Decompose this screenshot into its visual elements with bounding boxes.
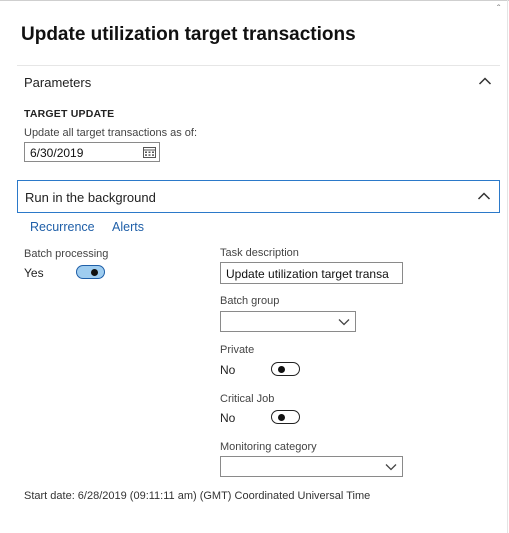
batch-processing-label: Batch processing xyxy=(24,248,109,260)
alerts-link[interactable]: Alerts xyxy=(112,220,144,234)
batch-group-select[interactable] xyxy=(220,311,356,332)
start-date-note: Start date: 6/28/2019 (09:11:11 am) (GMT… xyxy=(24,490,371,502)
task-description-input[interactable]: Update utilization target transa xyxy=(220,262,403,284)
batch-processing-toggle[interactable] xyxy=(76,265,105,279)
calendar-icon[interactable] xyxy=(143,146,156,158)
background-section-header[interactable]: Run in the background xyxy=(17,180,500,213)
critical-job-value: No xyxy=(220,411,236,425)
toggle-knob xyxy=(91,268,98,276)
chevron-up-icon[interactable] xyxy=(477,191,491,201)
private-label: Private xyxy=(220,344,255,356)
critical-job-label: Critical Job xyxy=(220,393,275,405)
window-top-border xyxy=(0,0,509,1)
update-date-input[interactable]: 6/30/2019 xyxy=(24,142,160,162)
chevron-down-icon xyxy=(385,464,397,471)
private-toggle[interactable] xyxy=(271,362,300,376)
corner-caret-icon: ˆ xyxy=(497,4,501,15)
date-field-label: Update all target transactions as of: xyxy=(24,127,198,139)
chevron-down-icon xyxy=(338,319,350,326)
target-update-group-title: TARGET UPDATE xyxy=(24,108,115,120)
parameters-section-title: Parameters xyxy=(24,75,92,90)
monitoring-category-select[interactable] xyxy=(220,456,403,477)
task-description-value: Update utilization target transa xyxy=(226,267,389,281)
task-description-label: Task description xyxy=(220,247,299,259)
batch-group-label: Batch group xyxy=(220,295,280,307)
window-right-border xyxy=(507,0,508,533)
private-value: No xyxy=(220,363,236,377)
dialog-title: Update utilization target transactions xyxy=(21,24,356,45)
critical-job-toggle[interactable] xyxy=(271,410,300,424)
monitoring-category-label: Monitoring category xyxy=(220,441,317,453)
update-date-value: 6/30/2019 xyxy=(30,146,84,160)
parameters-section-header[interactable]: Parameters xyxy=(17,65,500,98)
chevron-up-icon[interactable] xyxy=(478,76,492,86)
recurrence-link[interactable]: Recurrence xyxy=(30,220,95,234)
toggle-knob xyxy=(278,413,285,421)
background-section-title: Run in the background xyxy=(25,190,156,205)
toggle-knob xyxy=(278,365,285,373)
batch-processing-value: Yes xyxy=(24,266,44,280)
